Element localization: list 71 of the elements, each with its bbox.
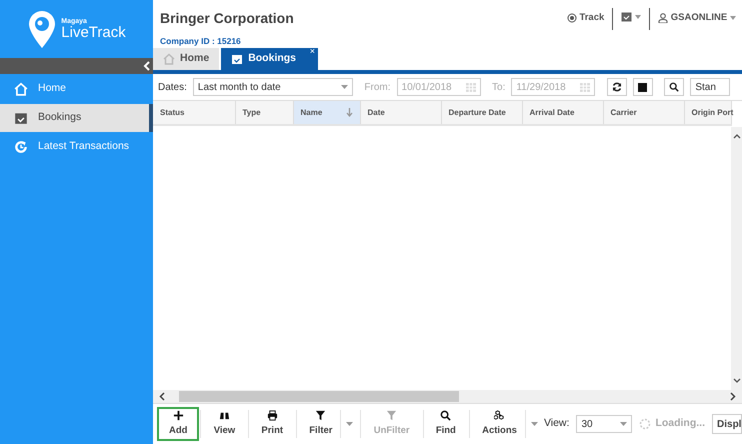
refresh-icon: [612, 82, 622, 92]
layout-dropdown[interactable]: Stan: [690, 78, 730, 96]
track-link[interactable]: Track: [566, 11, 604, 26]
column-header[interactable]: Arrival Date: [522, 101, 603, 125]
cubes-icon: [494, 410, 506, 421]
history-icon: [14, 140, 28, 154]
calendar-grid-icon: [580, 82, 590, 92]
printer-icon: [266, 410, 278, 421]
tab[interactable]: Bookings ×: [221, 48, 318, 70]
column-header[interactable]: Name: [293, 101, 360, 125]
caret-icon: [730, 16, 736, 20]
caret-icon: [635, 14, 642, 18]
column-header[interactable]: Type: [235, 101, 293, 125]
tab[interactable]: Home: [153, 48, 220, 70]
company-name: Bringer Corporation: [160, 9, 294, 28]
to-label: To:: [492, 80, 506, 94]
filter-icon: [386, 410, 398, 421]
user-menu[interactable]: GSAONLINE: [658, 11, 736, 26]
column-header[interactable]: Date: [360, 101, 441, 125]
column-header[interactable]: Carrier: [603, 101, 684, 125]
collapse-chevron-icon[interactable]: [143, 61, 150, 71]
user-icon: [658, 13, 668, 24]
toolbar-button[interactable]: Actions: [470, 407, 544, 441]
stop-icon: [638, 82, 648, 92]
close-tab-button[interactable]: ×: [310, 47, 316, 56]
toolbar-button[interactable]: Add: [157, 407, 200, 441]
scroll-up-icon[interactable]: [732, 133, 740, 139]
home-icon: [163, 53, 175, 65]
home-icon: [14, 82, 28, 96]
dates-label: Dates:: [158, 80, 187, 94]
page-size-dropdown[interactable]: 30: [576, 415, 632, 433]
spinner-icon: [639, 418, 652, 430]
search-button[interactable]: [664, 78, 684, 96]
vertical-scrollbar[interactable]: [731, 127, 742, 390]
calendar-icon: [231, 53, 244, 65]
caret-icon: [340, 85, 348, 89]
column-header[interactable]: Departure Date: [441, 101, 522, 125]
loading-text: Loading...: [655, 416, 706, 432]
display-button[interactable]: Displ: [712, 414, 742, 434]
from-label: From:: [364, 80, 391, 94]
calendar-icon: [14, 111, 28, 125]
column-header[interactable]: Status: [153, 101, 235, 125]
refresh-button[interactable]: [606, 78, 627, 96]
toolbar-button[interactable]: Print: [249, 407, 296, 441]
target-icon: [566, 13, 577, 24]
stop-button[interactable]: [632, 78, 653, 96]
caret-icon: [346, 422, 354, 426]
company-id: Company ID : 15216: [160, 35, 242, 48]
caret-icon: [620, 422, 628, 426]
horizontal-scrollbar[interactable]: [153, 390, 742, 403]
plus-icon: [172, 410, 184, 421]
logo-pin-icon: [27, 9, 58, 49]
column-header[interactable]: Origin Port: [684, 101, 731, 125]
search-icon: [669, 82, 680, 92]
filter-icon: [315, 410, 326, 421]
scroll-left-icon[interactable]: [159, 392, 165, 401]
calendar-grid-icon: [466, 82, 476, 92]
dates-dropdown[interactable]: Last month to date: [192, 78, 353, 96]
scroll-right-icon[interactable]: [730, 392, 736, 401]
toolbar-button[interactable]: View: [202, 407, 248, 441]
view-label: View:: [544, 416, 570, 432]
calendar-icon: [621, 11, 632, 22]
caret-icon: [530, 422, 538, 426]
scroll-down-icon[interactable]: [732, 378, 740, 384]
search-icon: [440, 410, 452, 421]
calendar-menu[interactable]: [621, 11, 642, 22]
sidebar-item[interactable]: Bookings: [0, 104, 153, 132]
toolbar-button[interactable]: Filter: [297, 407, 360, 441]
toolbar-button[interactable]: Find: [424, 407, 468, 441]
logo-product: LiveTrack: [61, 25, 126, 40]
sort-down-icon: [346, 108, 352, 117]
